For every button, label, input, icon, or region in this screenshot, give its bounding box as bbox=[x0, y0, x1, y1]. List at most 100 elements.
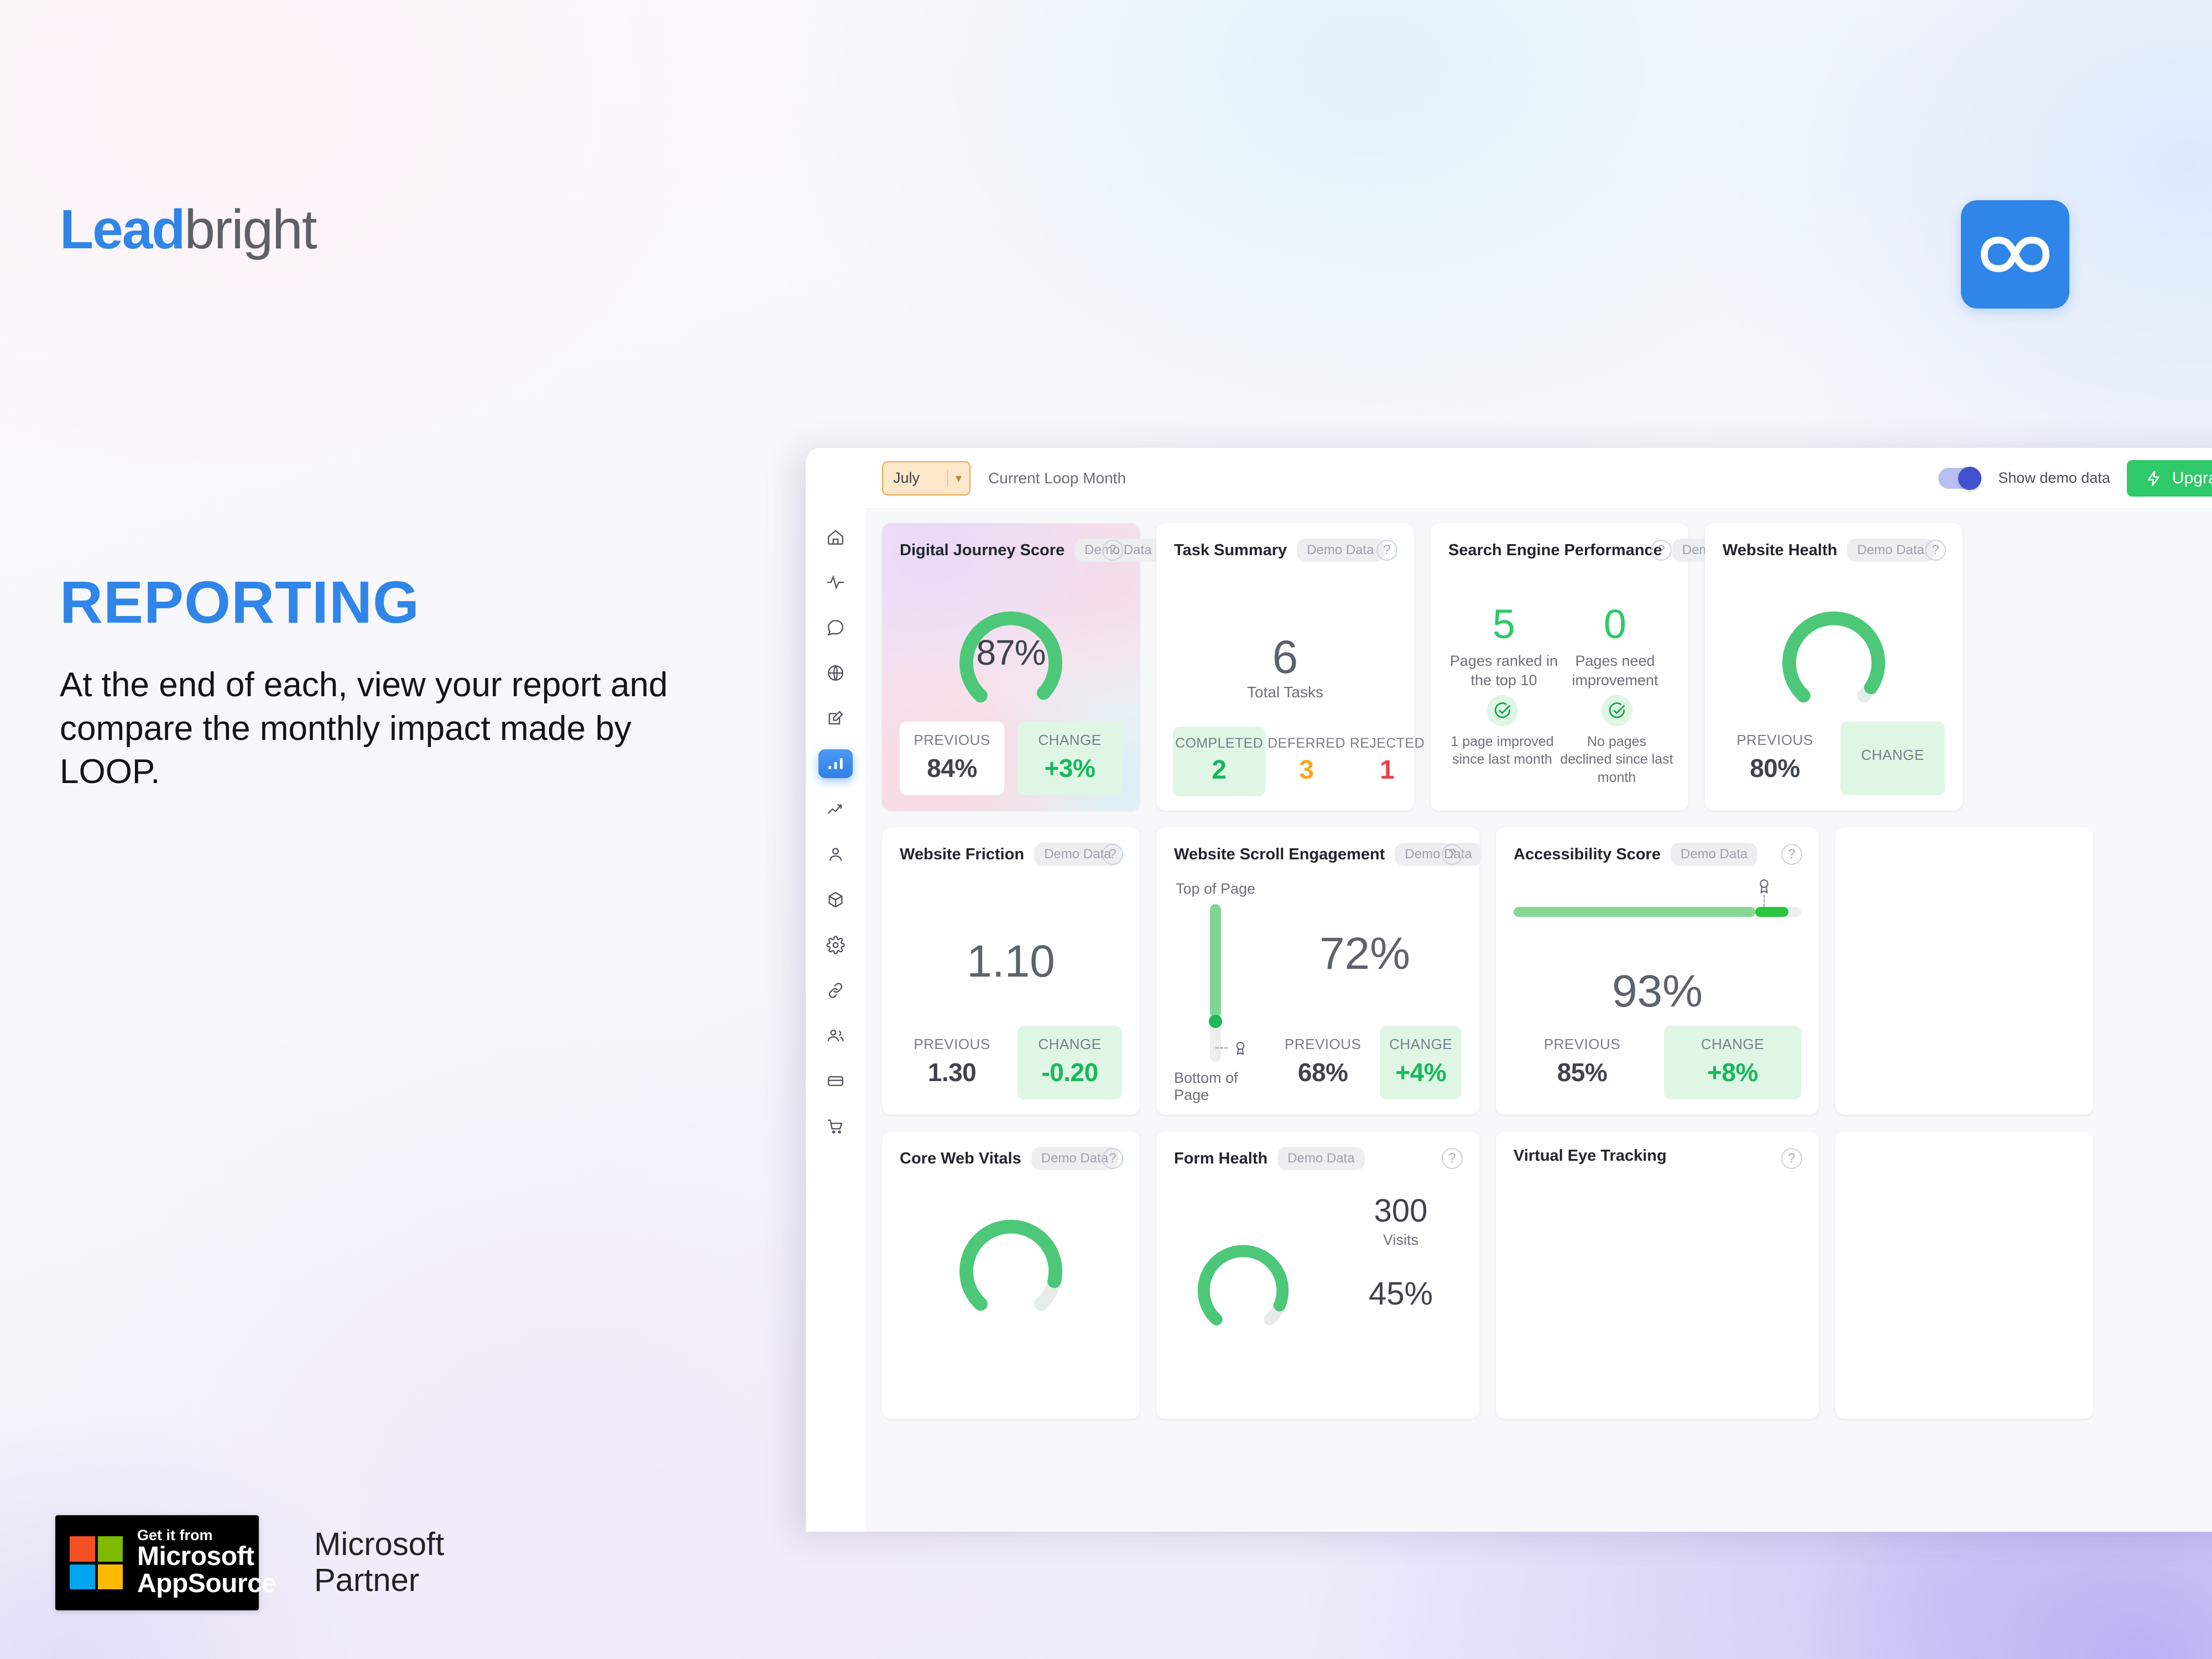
microsoft-appsource-badge[interactable]: Get it from Microsoft AppSource bbox=[55, 1515, 276, 1610]
show-demo-data-label: Show demo data bbox=[1998, 469, 2110, 486]
globe-icon bbox=[828, 665, 843, 681]
show-demo-data-toggle[interactable] bbox=[1938, 466, 1982, 490]
card-right-edge-overflow[interactable] bbox=[1835, 827, 2093, 1115]
demo-data-badge: Demo Data bbox=[1277, 1147, 1365, 1170]
form-health-visits-value: 300 bbox=[1374, 1193, 1428, 1229]
card-website-scroll-engagement[interactable]: Website Scroll Engagement Demo Data ? To… bbox=[1156, 827, 1482, 1115]
link-icon bbox=[828, 983, 843, 998]
sidebar-item-reporting[interactable] bbox=[818, 749, 853, 778]
card-task-summary[interactable]: Task Summary Demo Data ? 6 Total Tasks C… bbox=[1156, 523, 1425, 811]
seo-note-left: 1 page improved since last month bbox=[1445, 695, 1559, 787]
sidebar-item-chat[interactable] bbox=[818, 613, 853, 642]
card-icon bbox=[828, 1076, 843, 1086]
help-icon[interactable]: ? bbox=[1925, 540, 1946, 561]
infinity-icon bbox=[1981, 237, 2049, 272]
scroll-track bbox=[1209, 904, 1245, 1062]
card-title: Core Web Vitals bbox=[900, 1149, 1021, 1167]
card-row-3: Core Web Vitals Demo Data ? Form Health bbox=[882, 1131, 2212, 1419]
check-icon bbox=[1494, 702, 1510, 718]
edit-icon bbox=[828, 711, 843, 725]
partner-badges: Get it from Microsoft AppSource Microsof… bbox=[55, 1515, 444, 1610]
check-icon bbox=[1609, 702, 1625, 718]
previous-label: PREVIOUS bbox=[1285, 1036, 1361, 1052]
bar-chart-icon bbox=[828, 758, 843, 769]
card-virtual-eye-tracking[interactable]: Virtual Eye Tracking ? bbox=[1496, 1131, 1819, 1419]
card-title: Accessibility Score bbox=[1514, 845, 1661, 863]
card-form-health[interactable]: Form Health Demo Data ? 300 Visits 45% bbox=[1156, 1131, 1479, 1419]
accessibility-benchmark bbox=[1755, 877, 1773, 907]
help-icon[interactable]: ? bbox=[1781, 1148, 1802, 1169]
previous-value: 68% bbox=[1297, 1058, 1348, 1087]
sidebar-item-integrations[interactable] bbox=[818, 976, 853, 1005]
appsource-line-2: AppSource bbox=[137, 1568, 276, 1598]
users-icon bbox=[827, 1029, 844, 1042]
previous-label: PREVIOUS bbox=[1736, 732, 1813, 748]
gauge-ring bbox=[959, 1219, 1062, 1311]
change-stat: CHANGE +8% bbox=[1664, 1026, 1801, 1099]
microsoft-logo-icon bbox=[70, 1536, 123, 1589]
website-health-gauge bbox=[1751, 581, 1917, 724]
leadbright-logo: Leadbright bbox=[60, 198, 317, 262]
help-icon[interactable]: ? bbox=[1102, 540, 1123, 561]
accessibility-stats: PREVIOUS 85% CHANGE +8% bbox=[1514, 1026, 1801, 1099]
sidebar-item-profile[interactable] bbox=[818, 840, 853, 869]
card-row3-right-overflow[interactable] bbox=[1835, 1131, 2093, 1419]
card-accessibility-score[interactable]: Accessibility Score Demo Data ? 93% PREV… bbox=[1496, 827, 1819, 1115]
help-icon[interactable]: ? bbox=[1102, 844, 1123, 865]
card-core-web-vitals[interactable]: Core Web Vitals Demo Data ? bbox=[882, 1131, 1140, 1419]
card-title: Task Summary bbox=[1174, 541, 1287, 559]
user-icon bbox=[829, 848, 842, 861]
card-title: Website Health bbox=[1723, 541, 1838, 559]
sidebar-item-trends[interactable] bbox=[818, 795, 853, 823]
cards-grid: Digital Journey Score Demo Data ? 87% PR… bbox=[865, 509, 2212, 1532]
gauge-ring bbox=[1197, 1245, 1289, 1326]
current-month-caption: Current Loop Month bbox=[988, 469, 1126, 487]
upgrade-button[interactable]: Upgrade bbox=[2126, 460, 2212, 497]
marketing-column: Leadbright REPORTING At the end of each,… bbox=[55, 0, 779, 1659]
previous-stat: PREVIOUS 1.30 bbox=[900, 1026, 1004, 1099]
chat-icon bbox=[827, 620, 843, 636]
sidebar-item-settings[interactable] bbox=[818, 931, 853, 959]
help-icon[interactable]: ? bbox=[1651, 540, 1672, 561]
completed-label: COMPLETED bbox=[1175, 735, 1264, 751]
sidebar-item-home[interactable] bbox=[818, 523, 853, 551]
sidebar-item-globe[interactable] bbox=[818, 659, 853, 687]
month-select[interactable]: July ▾ bbox=[882, 461, 971, 495]
completed-value: 2 bbox=[1212, 755, 1227, 785]
help-icon[interactable]: ? bbox=[1442, 844, 1463, 865]
scroll-engagement-stats: PREVIOUS 68% CHANGE +4% bbox=[1279, 1026, 1462, 1099]
digital-journey-stats: PREVIOUS 84% CHANGE +3% bbox=[900, 722, 1122, 795]
change-value: -0.20 bbox=[1041, 1058, 1098, 1087]
seo-note-right-text: No pages declined since last month bbox=[1560, 733, 1673, 785]
page-title: REPORTING bbox=[60, 568, 420, 635]
form-health-gauge bbox=[1174, 1218, 1312, 1345]
help-icon[interactable]: ? bbox=[1102, 1148, 1123, 1169]
sidebar-item-billing[interactable] bbox=[818, 1067, 853, 1095]
sidebar-item-team[interactable] bbox=[818, 1021, 853, 1050]
task-completed: COMPLETED 2 bbox=[1173, 727, 1266, 796]
pages-improve-caption: Pages need improvement bbox=[1572, 653, 1658, 689]
help-icon[interactable]: ? bbox=[1781, 844, 1802, 865]
card-website-friction[interactable]: Website Friction Demo Data ? 1.10 PREVIO… bbox=[882, 827, 1140, 1115]
award-icon bbox=[1236, 1042, 1245, 1056]
card-website-health[interactable]: Website Health Demo Data ? PREVIOUS 80% … bbox=[1705, 523, 1963, 811]
form-health-visits-label: Visits bbox=[1383, 1232, 1419, 1248]
home-icon bbox=[828, 530, 843, 545]
change-stat: CHANGE -0.20 bbox=[1018, 1026, 1122, 1099]
card-search-engine-performance[interactable]: Search Engine Performance Demo Data ? 5 … bbox=[1431, 523, 1760, 811]
demo-data-badge: Demo Data bbox=[1395, 843, 1482, 866]
deferred-label: DEFERRED bbox=[1267, 735, 1345, 751]
help-icon[interactable]: ? bbox=[1442, 1148, 1463, 1169]
sidebar-item-products[interactable] bbox=[818, 885, 853, 914]
seo-ranked-col: 5 Pages ranked in the top 10 bbox=[1448, 604, 1559, 690]
card-digital-journey-score[interactable]: Digital Journey Score Demo Data ? 87% PR… bbox=[882, 523, 1162, 811]
sidebar-item-store[interactable] bbox=[818, 1112, 853, 1141]
sidebar-item-activity[interactable] bbox=[818, 568, 853, 597]
select-divider bbox=[947, 469, 948, 487]
previous-label: PREVIOUS bbox=[914, 1036, 990, 1052]
sidebar-item-edit[interactable] bbox=[818, 704, 853, 733]
help-icon[interactable]: ? bbox=[1376, 540, 1397, 561]
dashboard-window: July ▾ Current Loop Month Show demo data… bbox=[806, 448, 2212, 1532]
card-title: Virtual Eye Tracking bbox=[1514, 1147, 1667, 1165]
check-circle-icon bbox=[1486, 695, 1518, 726]
